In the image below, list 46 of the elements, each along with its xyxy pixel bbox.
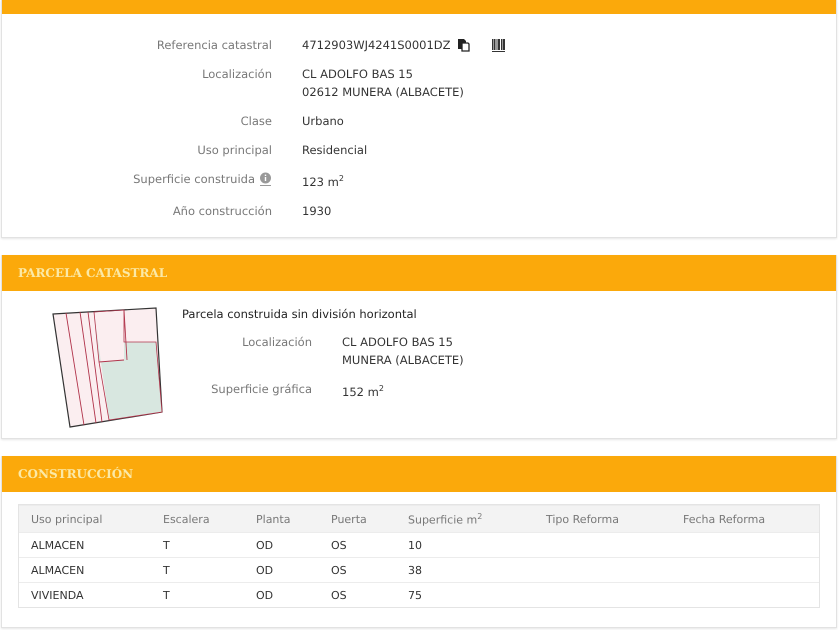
table-cell-text: OS [331, 538, 348, 552]
parcel-description: Parcela construida sin división horizontal [182, 307, 418, 321]
info-icon[interactable] [259, 172, 272, 186]
field-value: 1930 [302, 202, 332, 220]
field-value: Residencial [302, 142, 368, 159]
table-cell-text: T [163, 538, 171, 552]
table-cell-text: ALMACEN [31, 564, 86, 576]
column-header: Escalera [163, 512, 211, 526]
table-cell-text: OD [256, 538, 274, 552]
field-value: Urbano [302, 113, 344, 130]
field-label: Clase [240, 113, 272, 130]
field-value: 152 m$^{2}$ [342, 383, 385, 401]
table-cell-text: OD [256, 588, 274, 602]
field-value: 4712903WJ4241S0001DZ [302, 37, 451, 54]
barcode-icon[interactable] [492, 38, 505, 52]
field-value: 02612 MUNERA (ALBACETE) [302, 84, 464, 101]
field-label: Superficie construida [133, 171, 255, 188]
table-cell-text: T [163, 588, 171, 602]
field-label: Año construcción [172, 202, 272, 220]
column-header: Uso principal [31, 512, 104, 526]
table-cell-text: 75 [408, 588, 423, 602]
section-title: CONSTRUCCIÓN [2, 456, 836, 492]
table-cell-text: 38 [408, 564, 423, 576]
column-header: Superficie m$^{2}$ [408, 512, 484, 526]
column-header: Fecha Reforma [683, 512, 766, 526]
field-label: Referencia catastral [156, 37, 272, 54]
table-cell-text: OD [256, 564, 274, 576]
table-cell-text: 10 [408, 538, 423, 552]
field-value: MUNERA (ALBACETE) [342, 352, 464, 369]
table-cell-text: ALMACEN [31, 538, 86, 552]
section-title: PARCELA CATASTRAL [2, 255, 836, 291]
field-label: Localización [241, 334, 312, 351]
table-cell-text: OS [331, 564, 348, 576]
table-cell-text: OS [331, 588, 348, 602]
field-label: Localización [202, 66, 272, 83]
field-value: CL ADOLFO BAS 15 [302, 66, 413, 83]
field-value: CL ADOLFO BAS 15 [342, 334, 454, 351]
field-value: 123 m$^{2}$ [302, 173, 344, 191]
field-label: Superficie gráfica [210, 381, 312, 398]
table-cell-text: VIVIENDA [31, 588, 85, 602]
copy-icon[interactable] [456, 38, 470, 52]
column-header: Planta [256, 512, 292, 526]
table-cell-text: T [163, 564, 171, 576]
column-header: Puerta [331, 512, 368, 526]
column-header: Tipo Reforma [546, 512, 620, 526]
field-label: Uso principal [197, 142, 272, 159]
